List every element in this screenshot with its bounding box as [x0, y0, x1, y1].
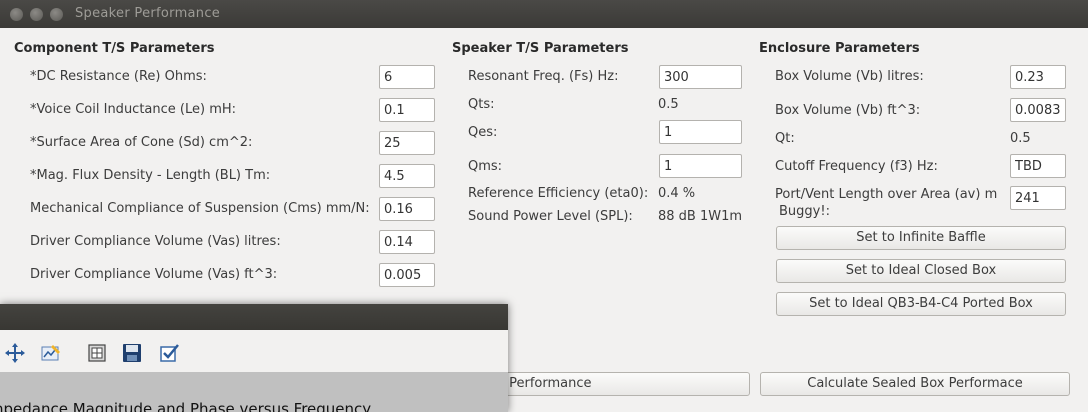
qt-label: Qt:: [775, 131, 795, 146]
spl-value: 88 dB 1W1m: [658, 209, 743, 224]
qt-value: 0.5: [1010, 131, 1031, 146]
fs-input[interactable]: [659, 65, 742, 89]
av-label-line1: Port/Vent Length over Area (av) m: [775, 187, 998, 202]
qes-label: Qes:: [468, 125, 498, 140]
vb-litres-label: Box Volume (Vb) litres:: [775, 69, 924, 84]
re-label: *DC Resistance (Re) Ohms:: [30, 69, 207, 84]
qms-label: Qms:: [468, 159, 503, 174]
bl-label: *Mag. Flux Density - Length (BL) Tm:: [30, 168, 271, 183]
plot-window-titlebar[interactable]: [0, 304, 508, 330]
edit-axes-icon[interactable]: [40, 342, 62, 364]
maximize-window-button[interactable]: [50, 8, 63, 21]
vas-ft3-input[interactable]: [379, 263, 435, 287]
re-input[interactable]: [379, 65, 435, 89]
configure-icon[interactable]: [86, 342, 108, 364]
vas-litres-label: Driver Compliance Volume (Vas) litres:: [30, 234, 281, 249]
cms-label: Mechanical Compliance of Suspension (Cms…: [30, 201, 370, 216]
le-input[interactable]: [379, 98, 435, 122]
plot-title: npedance Magnitude and Phase versus Freq…: [0, 400, 372, 412]
plot-window[interactable]: npedance Magnitude and Phase versus Freq…: [0, 304, 508, 412]
checkbox-icon[interactable]: [158, 342, 180, 364]
sd-input[interactable]: [379, 131, 435, 155]
vb-litres-input[interactable]: [1010, 65, 1066, 89]
calculate-sealed-box-button[interactable]: Calculate Sealed Box Performace: [760, 372, 1070, 396]
eta0-value: 0.4 %: [658, 186, 696, 201]
fs-label: Resonant Freq. (Fs) Hz:: [468, 69, 619, 84]
spl-label: Sound Power Level (SPL):: [468, 209, 633, 224]
plot-canvas: npedance Magnitude and Phase versus Freq…: [0, 372, 508, 412]
close-window-button[interactable]: [10, 8, 23, 21]
vas-litres-input[interactable]: [379, 230, 435, 254]
minimize-window-button[interactable]: [30, 8, 43, 21]
av-label-line2: Buggy!:: [779, 204, 830, 219]
f3-label: Cutoff Frequency (f3) Hz:: [775, 159, 938, 174]
qms-input[interactable]: [659, 154, 742, 178]
save-icon[interactable]: [121, 342, 143, 364]
plot-toolbar: [0, 330, 508, 372]
set-ideal-ported-box-button[interactable]: Set to Ideal QB3-B4-C4 Ported Box: [776, 292, 1066, 316]
enclosure-heading: Enclosure Parameters: [759, 41, 920, 56]
vb-ft3-input[interactable]: [1010, 98, 1066, 122]
f3-input[interactable]: [1010, 154, 1066, 178]
window-title: Speaker Performance: [75, 6, 221, 21]
move-icon[interactable]: [4, 342, 26, 364]
qts-value: 0.5: [658, 97, 679, 112]
qts-label: Qts:: [468, 97, 495, 112]
window-titlebar: Speaker Performance: [0, 0, 1088, 28]
qes-input[interactable]: [659, 120, 742, 144]
set-ideal-closed-box-button[interactable]: Set to Ideal Closed Box: [776, 259, 1066, 283]
eta0-label: Reference Efficiency (eta0):: [468, 186, 649, 201]
cms-input[interactable]: [379, 197, 435, 221]
vb-ft3-label: Box Volume (Vb) ft^3:: [775, 103, 921, 118]
speaker-heading: Speaker T/S Parameters: [452, 41, 629, 56]
set-infinite-baffle-button[interactable]: Set to Infinite Baffle: [776, 226, 1066, 250]
vas-ft3-label: Driver Compliance Volume (Vas) ft^3:: [30, 267, 278, 282]
av-input[interactable]: [1010, 186, 1066, 210]
sd-label: *Surface Area of Cone (Sd) cm^2:: [30, 135, 253, 150]
bl-input[interactable]: [379, 164, 435, 188]
component-heading: Component T/S Parameters: [14, 41, 215, 56]
le-label: *Voice Coil Inductance (Le) mH:: [30, 102, 237, 117]
